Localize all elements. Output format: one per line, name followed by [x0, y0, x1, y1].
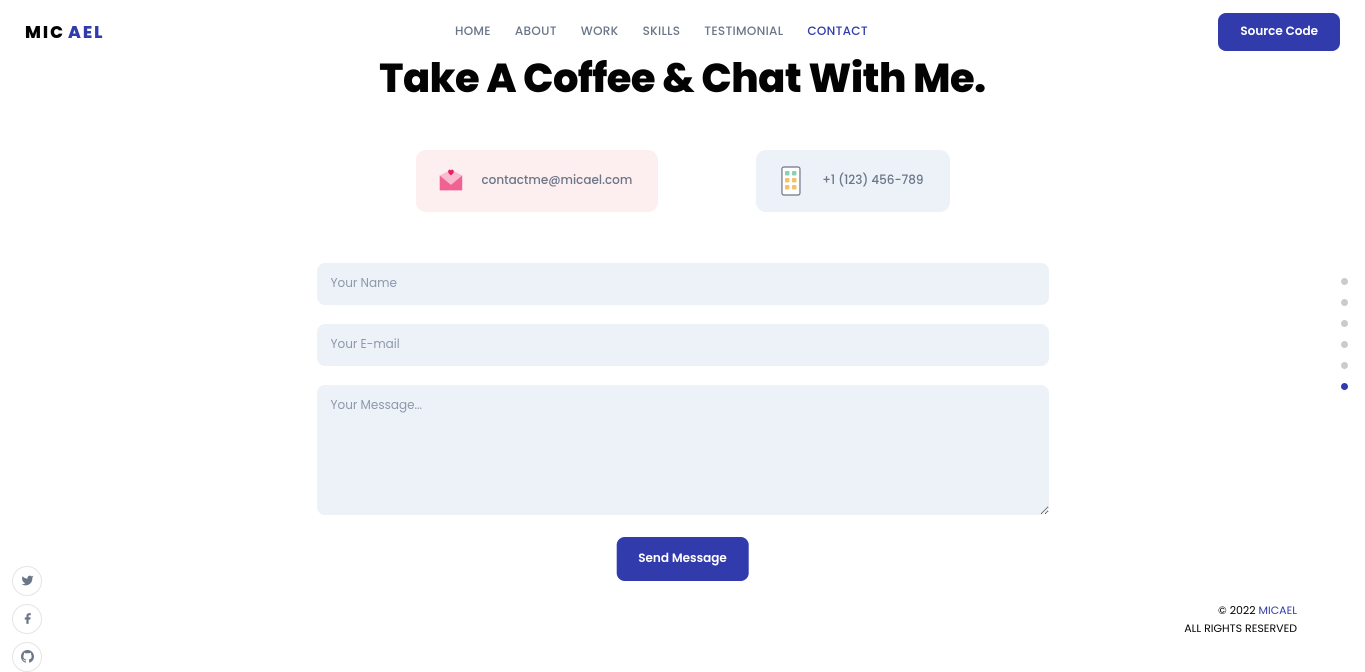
logo-part-a: MIC [25, 19, 65, 45]
email-icon [433, 164, 467, 198]
nav-skills[interactable]: SKILLS [643, 23, 681, 41]
facebook-link[interactable] [12, 604, 42, 634]
twitter-icon [21, 569, 34, 594]
phone-text: +1 (123) 456-789 [822, 172, 923, 190]
github-icon [21, 645, 34, 670]
facebook-icon [21, 607, 34, 632]
nav-dot-4[interactable] [1341, 362, 1348, 369]
social-links [12, 566, 42, 672]
nav-dot-3[interactable] [1341, 341, 1348, 348]
nav-work[interactable]: WORK [581, 23, 619, 41]
phone-icon [774, 164, 808, 198]
page-title: Take A Coffee & Chat With Me. [0, 48, 1365, 108]
nav-dot-2[interactable] [1341, 320, 1348, 327]
nav-contact[interactable]: CONTACT [807, 23, 868, 41]
main-nav: HOME ABOUT WORK SKILLS TESTIMONIAL CONTA… [455, 23, 868, 41]
footer: © 2022 MICAEL ALL RIGHTS RESERVED [1184, 601, 1297, 638]
footer-line2: ALL RIGHTS RESERVED [1184, 619, 1297, 638]
send-message-button[interactable]: Send Message [616, 537, 749, 581]
message-textarea[interactable] [317, 385, 1049, 515]
contact-cards: contactme@micael.com +1 (123) 456-789 [415, 150, 949, 212]
footer-line1: © 2022 MICAEL [1184, 601, 1297, 620]
nav-dots [1341, 278, 1348, 390]
contact-form [317, 263, 1049, 515]
twitter-link[interactable] [12, 566, 42, 596]
nav-testimonial[interactable]: TESTIMONIAL [704, 23, 783, 41]
nav-dot-1[interactable] [1341, 299, 1348, 306]
nav-dot-0[interactable] [1341, 278, 1348, 285]
logo[interactable]: MIC AEL [25, 19, 105, 45]
footer-brand: MICAEL [1259, 602, 1297, 618]
source-code-button[interactable]: Source Code [1218, 13, 1340, 51]
phone-card[interactable]: +1 (123) 456-789 [756, 150, 949, 212]
email-text: contactme@micael.com [481, 172, 632, 190]
nav-dot-5[interactable] [1341, 383, 1348, 390]
nav-about[interactable]: ABOUT [515, 23, 557, 41]
email-input[interactable] [317, 324, 1049, 366]
logo-part-b: AEL [68, 19, 105, 45]
name-input[interactable] [317, 263, 1049, 305]
nav-home[interactable]: HOME [455, 23, 491, 41]
footer-copyright: © 2022 [1218, 602, 1258, 618]
email-card[interactable]: contactme@micael.com [415, 150, 658, 212]
